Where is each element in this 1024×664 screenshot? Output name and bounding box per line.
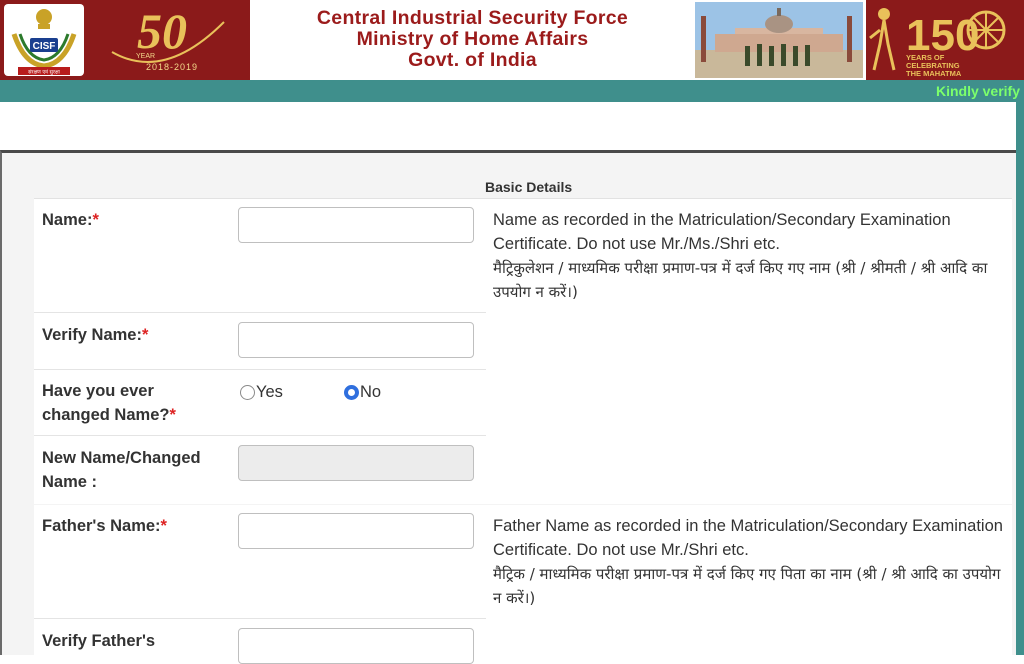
name-hint: Name as recorded in the Matriculation/Se… xyxy=(493,208,1008,304)
marquee-text: Kindly verify xyxy=(935,83,1020,99)
father-name-hint-hi: मैट्रिक / माध्यमिक परीक्षा प्रमाण-पत्र म… xyxy=(493,565,1001,607)
changed-name-label: Have you ever changed Name?* xyxy=(42,382,176,424)
changed-name-no-label[interactable]: No xyxy=(360,383,381,402)
mahatma-150-logo: 150 YEARS OF CELEBRATING THE MAHATMA xyxy=(866,0,1024,80)
cisf-logo-text: CISF xyxy=(33,41,56,52)
new-name-label: New Name/Changed Name : xyxy=(42,449,201,491)
fifty-number: 50 xyxy=(137,3,187,59)
name-hint-hi: मैट्रिकुलेशन / माध्यमिक परीक्षा प्रमाण-प… xyxy=(493,259,988,301)
row-divider xyxy=(34,618,486,619)
name-hint-en: Name as recorded in the Matriculation/Se… xyxy=(493,211,951,253)
header-title-line1: Central Industrial Security Force xyxy=(316,7,629,29)
new-name-input[interactable] xyxy=(238,445,474,481)
row-divider xyxy=(34,312,486,313)
verify-name-input[interactable] xyxy=(238,322,474,358)
site-header: CISF संरक्षण एवं सुरक्षा 50 YEAR 2018-20… xyxy=(0,0,1024,80)
name-input[interactable] xyxy=(238,207,474,243)
section-title: Basic Details xyxy=(485,179,573,195)
father-name-hint-en: Father Name as recorded in the Matricula… xyxy=(493,517,1003,559)
page-edge-strip xyxy=(1016,102,1024,655)
header-title-line3: Govt. of India xyxy=(408,49,537,71)
changed-name-no-radio[interactable] xyxy=(344,385,359,400)
header-title-line2: Ministry of Home Affairs xyxy=(356,28,589,50)
fifty-years-logo: 50 YEAR 2018-2019 xyxy=(104,2,232,78)
marquee-bar: Kindly verify xyxy=(0,80,1024,102)
changed-name-yes-label[interactable]: Yes xyxy=(256,383,283,402)
verify-father-name-input[interactable] xyxy=(238,628,474,664)
registration-form: Basic Details Name:* Name as recorded in… xyxy=(0,150,1016,664)
row-divider xyxy=(34,369,486,370)
fifty-year-label: YEAR xyxy=(136,53,155,60)
row-divider xyxy=(34,435,486,436)
cisf-motto: संरक्षण एवं सुरक्षा xyxy=(28,69,60,76)
cisf-emblem-panel: CISF संरक्षण एवं सुरक्षा 50 YEAR 2018-20… xyxy=(0,0,250,80)
rashtrapati-bhavan-photo xyxy=(695,2,863,78)
verify-father-name-label: Verify Father's xyxy=(42,632,156,650)
father-name-hint: Father Name as recorded in the Matricula… xyxy=(493,514,1008,610)
father-name-input[interactable] xyxy=(238,513,474,549)
cisf-logo: CISF संरक्षण एवं सुरक्षा xyxy=(4,4,84,76)
father-name-label: Father's Name:* xyxy=(42,517,167,535)
header-titles: Central Industrial Security Force Minist… xyxy=(250,0,695,80)
name-label: Name:* xyxy=(42,211,99,229)
verify-name-label: Verify Name:* xyxy=(42,326,149,344)
fifty-years-range: 2018-2019 xyxy=(146,62,198,72)
changed-name-yes-radio[interactable] xyxy=(240,385,255,400)
mahatma-text3: THE MAHATMA xyxy=(906,69,962,78)
